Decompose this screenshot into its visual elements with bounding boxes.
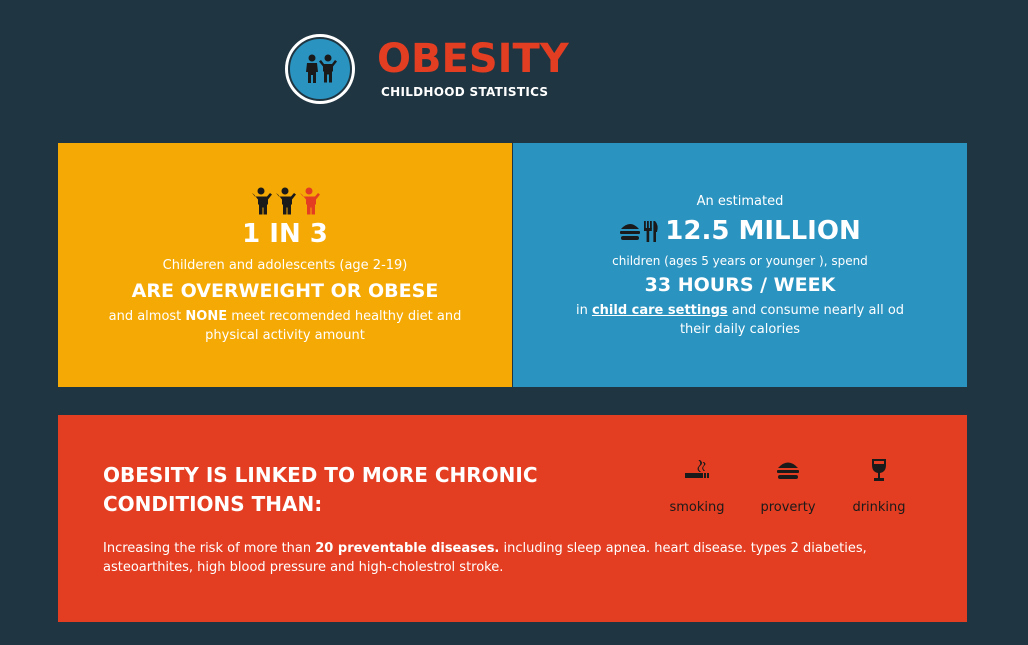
wine-glass-icon: [872, 459, 886, 481]
child-care-note: in child care settings and consume nearl…: [575, 303, 905, 337]
ratio-description: Childeren and adolescents (age 2-19): [162, 258, 408, 273]
diseases-text: Increasing the risk of more than 20 prev…: [103, 541, 867, 575]
factor-smoking: smoking: [652, 458, 742, 516]
chronic-conditions-headline: OBESITY IS LINKED TO MORE CHRONIC CONDIT…: [103, 463, 538, 516]
page-subtitle: CHILDHOOD STATISTICS: [381, 85, 549, 99]
ratio-stat: 1 IN 3: [242, 219, 328, 249]
chronic-conditions-panel: OBESITY IS LINKED TO MORE CHRONIC CONDIT…: [58, 415, 967, 622]
burger-icon: [777, 462, 799, 479]
factor-label: smoking: [669, 500, 725, 515]
factor-proverty: proverty: [743, 458, 833, 516]
child-care-link[interactable]: child care settings: [592, 303, 728, 318]
estimate-label: An estimated: [696, 194, 784, 209]
cigarette-icon: [685, 460, 709, 478]
diseases-emphasis: 20 preventable diseases.: [315, 541, 500, 556]
child-icon: [276, 187, 296, 215]
note-emphasis: NONE: [185, 309, 228, 324]
child-care-stat-panel: An estimated 12.5 MILLION children (ages…: [513, 143, 967, 387]
children-description: children (ages 5 years or younger ), spe…: [612, 254, 868, 268]
children-icon: [288, 37, 352, 101]
hours-headline: 33 HOURS / WEEK: [644, 274, 836, 296]
factor-label: drinking: [852, 500, 906, 515]
logo: [285, 34, 355, 104]
overweight-headline: ARE OVERWEIGHT OR OBESE: [131, 280, 439, 302]
overweight-stat-panel: 1 IN 3 Childeren and adolescents (age 2-…: [58, 143, 512, 387]
page-title: OBESITY: [377, 36, 569, 82]
children-icons: [58, 187, 512, 215]
child-icon: [252, 187, 272, 215]
overweight-note: and almost NONE meet recomended healthy …: [108, 309, 462, 343]
child-highlight-icon: [300, 187, 320, 215]
food-icon: [620, 221, 658, 242]
factor-label: proverty: [760, 500, 816, 515]
children-count-stat: 12.5 MILLION: [665, 216, 861, 246]
factor-drinking: drinking: [834, 458, 924, 516]
